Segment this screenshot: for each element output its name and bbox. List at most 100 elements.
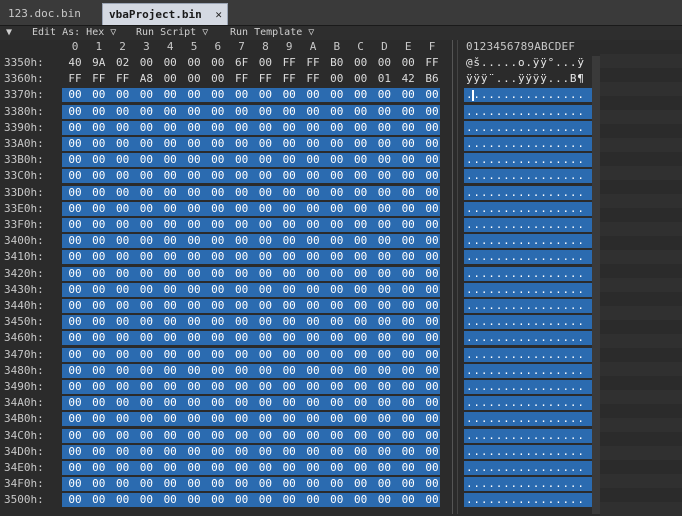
hex-byte[interactable]: 00 [277,348,301,362]
hex-byte[interactable]: 00 [182,186,206,200]
hex-byte[interactable]: 00 [396,169,420,183]
hex-byte[interactable]: 00 [182,250,206,264]
hex-byte[interactable]: 00 [253,429,277,443]
hex-byte[interactable]: 00 [372,396,396,410]
hex-byte[interactable]: 00 [325,348,349,362]
hex-byte[interactable]: 00 [420,315,444,329]
hex-row[interactable]: 3400h: 00 00 00 00 00 00 00 00 00 00 00 00 00 00 00 00..… [0,234,682,249]
hex-byte[interactable]: 00 [372,283,396,297]
hex-byte[interactable]: 00 [253,88,277,102]
hex-byte[interactable]: 00 [396,88,420,102]
hex-byte[interactable]: 00 [396,250,420,264]
hex-byte[interactable]: 00 [111,461,135,475]
hex-byte[interactable]: 00 [182,153,206,167]
hex-byte[interactable]: 00 [325,88,349,102]
hex-byte[interactable]: 00 [111,105,135,119]
hex-byte[interactable]: 00 [372,331,396,345]
hex-byte[interactable]: 00 [349,137,373,151]
hex-row[interactable]: 3370h: 00 00 00 00 00 00 00 00 00 00 00 00 00 00 00 00..… [0,88,682,103]
hex-byte[interactable]: 00 [325,105,349,119]
hex-byte[interactable]: 00 [396,121,420,135]
hex-byte[interactable]: 00 [253,105,277,119]
hex-byte[interactable]: 00 [253,348,277,362]
hex-byte[interactable]: 00 [111,380,135,394]
hex-byte[interactable]: 00 [420,477,444,491]
hex-byte[interactable]: 00 [206,493,230,507]
hex-row[interactable]: 3380h: 00 00 00 00 00 00 00 00 00 00 00 00 00 00 00 00..… [0,104,682,119]
hex-byte[interactable]: 00 [182,137,206,151]
hex-byte[interactable]: 00 [230,477,254,491]
hex-byte[interactable]: 00 [206,234,230,248]
hex-byte[interactable]: 00 [182,380,206,394]
hex-byte[interactable]: 00 [253,493,277,507]
hex-byte[interactable]: 00 [372,88,396,102]
hex-byte[interactable]: 00 [277,331,301,345]
collapse-icon[interactable]: ▼ [6,26,12,40]
hex-byte[interactable]: FF [87,72,111,86]
hex-byte[interactable]: 00 [63,186,87,200]
hex-byte[interactable]: 00 [206,121,230,135]
hex-byte[interactable]: 00 [63,137,87,151]
hex-byte[interactable]: 00 [325,493,349,507]
hex-byte[interactable]: 00 [134,202,158,216]
hex-byte[interactable]: 00 [372,315,396,329]
hex-byte[interactable]: 00 [253,56,277,70]
run-template-dropdown[interactable]: Run Template ▽ [230,26,314,40]
hex-byte[interactable]: 00 [349,299,373,313]
hex-byte[interactable]: 00 [349,72,373,86]
hex-byte[interactable]: 00 [134,380,158,394]
hex-byte[interactable]: 00 [349,153,373,167]
hex-byte[interactable]: 00 [63,477,87,491]
hex-byte[interactable]: FF [277,72,301,86]
hex-row[interactable]: 3460h: 00 00 00 00 00 00 00 00 00 00 00 00 00 00 00 00..… [0,331,682,346]
tab-vbaproject-bin[interactable]: vbaProject.bin ✕ [102,3,228,25]
hex-byte[interactable]: 00 [349,477,373,491]
hex-byte[interactable]: 00 [301,380,325,394]
hex-byte[interactable]: 00 [158,72,182,86]
hex-byte[interactable]: 00 [206,137,230,151]
hex-byte[interactable]: 00 [372,429,396,443]
edit-as-dropdown[interactable]: Edit As: Hex ▽ [32,26,116,40]
hex-byte[interactable]: 00 [420,169,444,183]
hex-byte[interactable]: 00 [372,218,396,232]
hex-byte[interactable]: 00 [206,105,230,119]
hex-byte[interactable]: 00 [87,429,111,443]
hex-byte[interactable]: 00 [182,396,206,410]
hex-byte[interactable]: 00 [111,445,135,459]
hex-byte[interactable]: 00 [325,461,349,475]
ascii-text[interactable]: @š.....o.ÿÿ°...ÿ [466,56,585,70]
hex-byte[interactable]: 00 [87,412,111,426]
hex-byte[interactable]: 00 [63,105,87,119]
hex-byte[interactable]: 00 [277,412,301,426]
hex-byte[interactable]: 00 [277,169,301,183]
hex-byte[interactable]: 00 [420,364,444,378]
hex-byte[interactable]: 00 [230,348,254,362]
hex-byte[interactable]: 00 [420,186,444,200]
hex-byte[interactable]: 00 [325,137,349,151]
hex-byte[interactable]: 40 [63,56,87,70]
hex-byte[interactable]: 00 [253,477,277,491]
hex-byte[interactable]: 00 [372,477,396,491]
hex-byte[interactable]: 00 [325,234,349,248]
hex-byte[interactable]: 00 [206,445,230,459]
hex-byte[interactable]: 00 [87,250,111,264]
hex-byte[interactable]: 00 [158,121,182,135]
hex-byte[interactable]: 00 [349,315,373,329]
hex-byte[interactable]: 00 [230,299,254,313]
hex-byte[interactable]: 00 [134,153,158,167]
hex-byte[interactable]: 00 [111,283,135,297]
hex-byte[interactable]: 00 [253,169,277,183]
hex-byte[interactable]: 00 [134,396,158,410]
hex-byte[interactable]: 00 [420,153,444,167]
hex-byte[interactable]: 00 [277,137,301,151]
hex-row[interactable]: 34C0h: 00 00 00 00 00 00 00 00 00 00 00 00 00 00 00 00..… [0,428,682,443]
hex-byte[interactable]: 00 [63,88,87,102]
hex-byte[interactable]: 00 [349,412,373,426]
hex-row[interactable]: 3440h: 00 00 00 00 00 00 00 00 00 00 00 00 00 00 00 00..… [0,299,682,313]
hex-byte[interactable]: 00 [420,137,444,151]
hex-byte[interactable]: 00 [111,88,135,102]
hex-row[interactable]: 3490h: 00 00 00 00 00 00 00 00 00 00 00 00 00 00 00 00..… [0,380,682,394]
hex-byte[interactable]: 00 [301,250,325,264]
hex-byte[interactable]: FF [277,56,301,70]
hex-byte[interactable]: 00 [206,218,230,232]
